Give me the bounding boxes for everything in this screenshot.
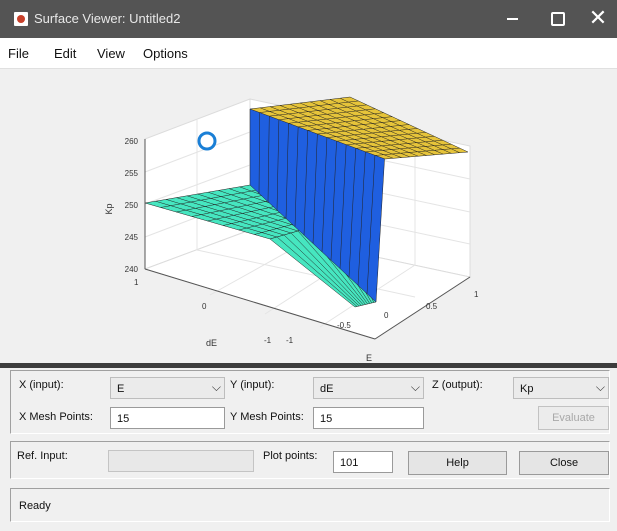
panel-divider [0,363,617,368]
plot-settings-panel: Ref. Input: Plot points: 101 Help Close [10,441,610,479]
surface-plot-area[interactable]: 260 255 250 245 240 Kp 1 0 -1 dE -1 -0.5… [0,69,617,363]
status-text: Ready [19,500,51,512]
axis-settings-panel: X (input): E ⌵ Y (input): dE ⌵ Z (output… [10,370,610,434]
x-mesh-label: X Mesh Points: [19,411,93,423]
chevron-down-icon: ⌵ [410,380,420,394]
menu-view[interactable]: View [97,46,125,61]
x-tick-neg1: -1 [286,336,294,345]
y-input-value: dE [320,383,334,395]
y-tick-1: 1 [134,278,139,287]
y-tick-0: 0 [202,302,207,311]
chevron-down-icon: ⌵ [595,380,605,394]
x-mesh-field[interactable]: 15 [110,407,225,429]
x-input-value: E [117,383,125,395]
surface-viewer-window: Surface Viewer: Untitled2 ✕ File Edit Vi… [0,0,617,531]
z-axis-label: Kp [104,203,114,214]
z-tick-240: 240 [125,265,139,274]
evaluate-button[interactable]: Evaluate [538,406,609,430]
y-mesh-label: Y Mesh Points: [230,411,304,423]
menu-edit[interactable]: Edit [54,46,76,61]
minimize-button[interactable] [489,0,535,38]
plot-points-field[interactable]: 101 [333,451,393,473]
y-tick-neg1: -1 [264,336,272,345]
title-bar[interactable]: Surface Viewer: Untitled2 ✕ [0,0,617,38]
close-window-button[interactable]: ✕ [575,0,617,38]
plot-points-label: Plot points: [263,450,318,462]
y-mesh-field[interactable]: 15 [313,407,424,429]
z-tick-245: 245 [125,233,139,242]
x-input-select[interactable]: E ⌵ [110,377,225,399]
x-input-label: X (input): [19,379,64,391]
menu-options[interactable]: Options [143,46,188,61]
y-input-label: Y (input): [230,379,275,391]
z-output-value: Kp [520,383,534,395]
y-axis-label: dE [206,338,217,348]
z-tick-250: 250 [125,201,139,210]
ref-input-field[interactable] [108,450,254,472]
window-title: Surface Viewer: Untitled2 [34,11,181,26]
surface-plot[interactable]: 260 255 250 245 240 Kp 1 0 -1 dE -1 -0.5… [0,69,617,363]
close-button[interactable]: Close [519,451,609,475]
chevron-down-icon: ⌵ [211,380,221,394]
z-tick-255: 255 [125,169,139,178]
close-icon: ✕ [588,6,608,31]
minimize-icon [506,18,518,20]
y-input-select[interactable]: dE ⌵ [313,377,424,399]
menu-bar: File Edit View Options [0,38,617,69]
menu-file[interactable]: File [8,46,29,61]
z-tick-260: 260 [125,137,139,146]
z-output-label: Z (output): [432,379,483,391]
status-panel: Ready [10,488,610,522]
help-button[interactable]: Help [408,451,507,475]
z-output-select[interactable]: Kp ⌵ [513,377,609,399]
x-axis-label: E [366,353,372,363]
ref-input-label: Ref. Input: [17,450,68,462]
x-tick-05: 0.5 [426,302,438,311]
x-tick-1: 1 [474,290,479,299]
x-tick-0: 0 [384,311,389,320]
maximize-icon [551,12,565,26]
x-tick-neg05: -0.5 [337,321,351,330]
matlab-app-icon [14,12,28,26]
